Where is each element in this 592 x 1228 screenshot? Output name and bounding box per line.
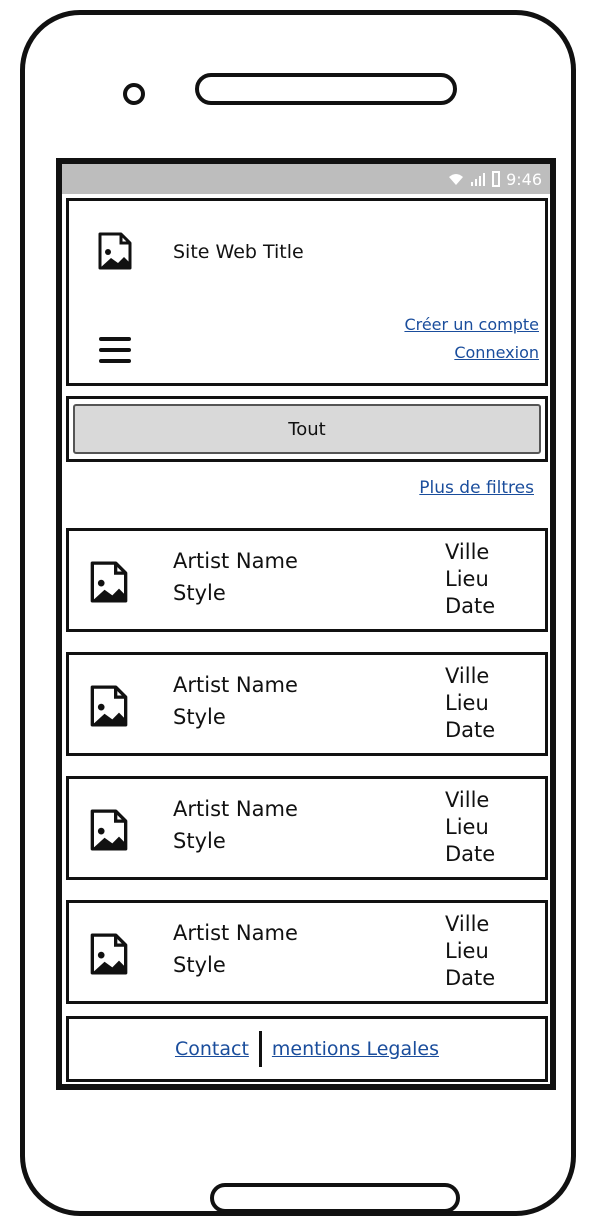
wifi-icon [449, 174, 464, 185]
site-title: Site Web Title [173, 241, 304, 263]
event-date: Date [445, 966, 496, 990]
battery-icon [492, 171, 501, 187]
event-card[interactable]: Artist Name Style Ville Lieu Date [66, 776, 548, 880]
create-account-link[interactable]: Créer un compte [404, 315, 539, 334]
artist-image-icon [90, 809, 128, 851]
artist-style: Style [173, 581, 226, 605]
filter-all-button[interactable]: Tout [73, 404, 541, 454]
event-date: Date [445, 842, 496, 866]
event-meta: Ville Lieu Date [445, 911, 495, 992]
artist-name: Artist Name [173, 673, 298, 697]
mockup-stage: 9:46 Site Web Title Créer un compte Conn… [0, 0, 592, 1228]
event-date: Date [445, 594, 496, 618]
signal-icon [471, 173, 486, 186]
status-time: 9:46 [506, 169, 542, 189]
contact-link[interactable]: Contact [175, 1038, 249, 1060]
footer-divider [258, 1031, 262, 1067]
artist-name: Artist Name [173, 921, 298, 945]
event-venue: Lieu [445, 815, 489, 839]
image-placeholder-icon [98, 232, 132, 270]
legal-mentions-link[interactable]: mentions Legales [272, 1038, 439, 1060]
event-city: Ville [445, 664, 490, 688]
status-bar: 9:46 [62, 164, 550, 194]
event-venue: Lieu [445, 567, 489, 591]
more-filters-link[interactable]: Plus de filtres [419, 478, 534, 498]
home-button[interactable] [210, 1183, 460, 1213]
artist-image-icon [90, 561, 128, 603]
phone-screen: 9:46 Site Web Title Créer un compte Conn… [56, 158, 556, 1090]
site-header: Site Web Title Créer un compte Connexion [66, 198, 548, 386]
artist-style: Style [173, 705, 226, 729]
event-city: Ville [445, 912, 490, 936]
speaker-grille [195, 73, 457, 105]
event-card[interactable]: Artist Name Style Ville Lieu Date [66, 528, 548, 632]
artist-name: Artist Name [173, 797, 298, 821]
event-meta: Ville Lieu Date [445, 539, 495, 620]
event-venue: Lieu [445, 691, 489, 715]
event-meta: Ville Lieu Date [445, 663, 495, 744]
artist-image-icon [90, 933, 128, 975]
event-city: Ville [445, 540, 490, 564]
camera-icon [123, 83, 145, 105]
login-link[interactable]: Connexion [454, 343, 539, 362]
artist-style: Style [173, 953, 226, 977]
event-card[interactable]: Artist Name Style Ville Lieu Date [66, 900, 548, 1004]
event-venue: Lieu [445, 939, 489, 963]
event-date: Date [445, 718, 496, 742]
artist-style: Style [173, 829, 226, 853]
filter-bar: Tout [66, 396, 548, 462]
artist-image-icon [90, 685, 128, 727]
hamburger-menu-icon[interactable] [99, 337, 131, 367]
event-meta: Ville Lieu Date [445, 787, 495, 868]
event-card[interactable]: Artist Name Style Ville Lieu Date [66, 652, 548, 756]
event-city: Ville [445, 788, 490, 812]
site-footer: Contact mentions Legales [66, 1016, 548, 1082]
artist-name: Artist Name [173, 549, 298, 573]
